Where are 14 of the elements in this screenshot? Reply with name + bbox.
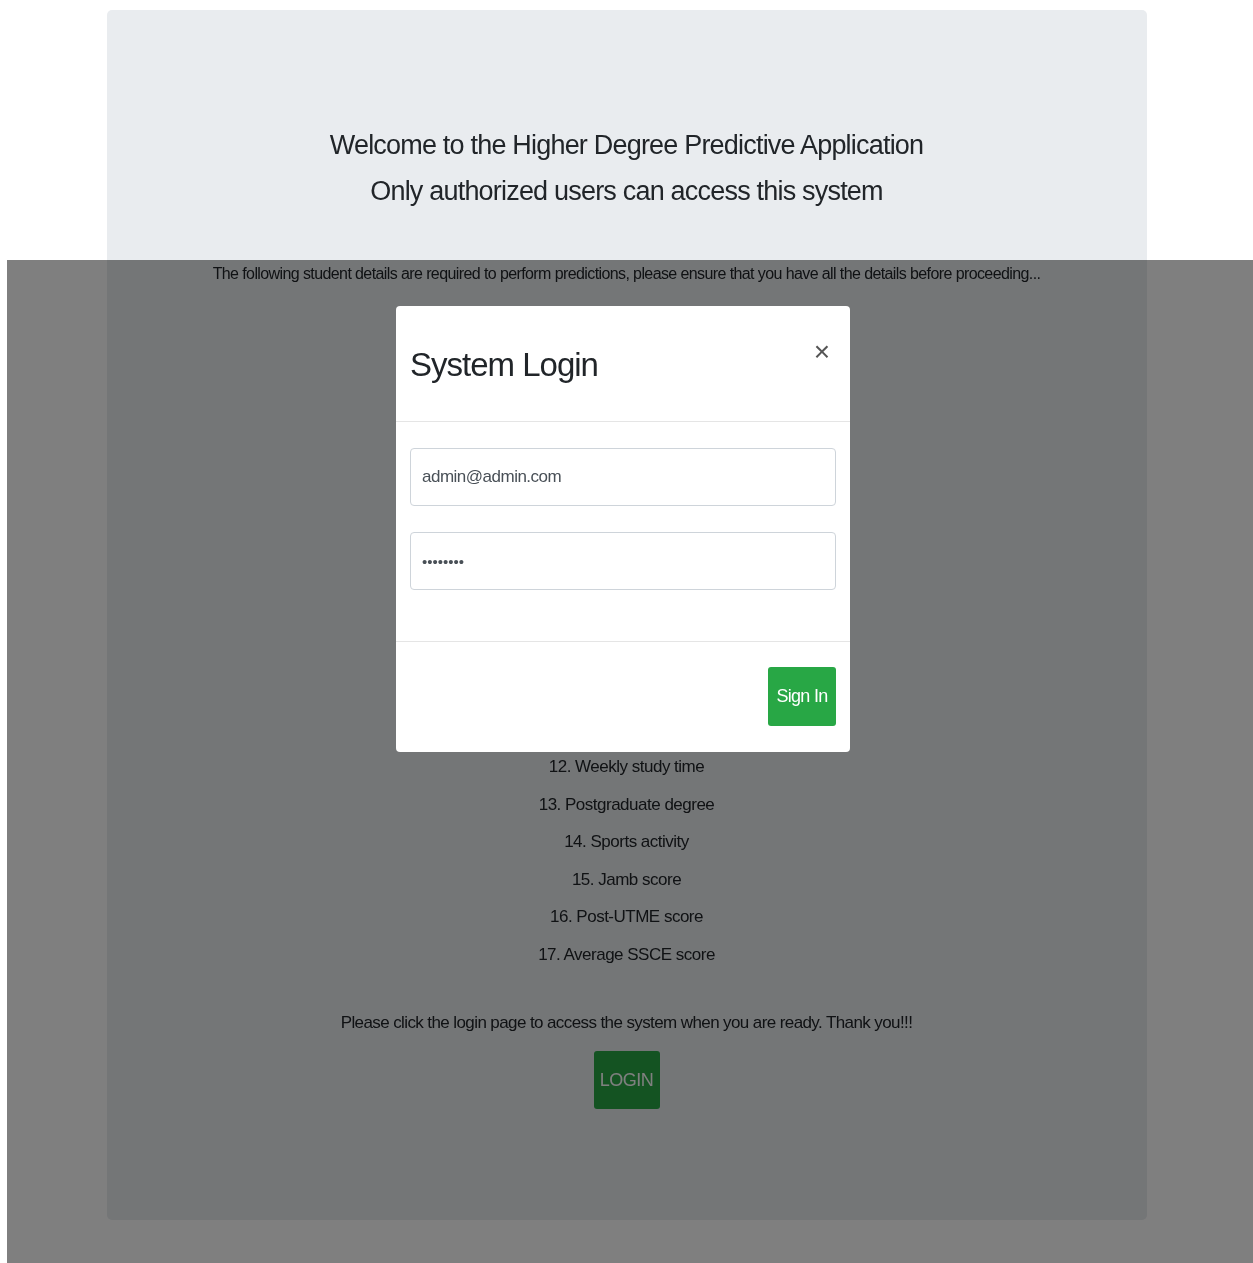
requirement-item: 12. Weekly study time bbox=[548, 756, 705, 778]
requirement-item: 17. Average SSCE score bbox=[538, 943, 715, 966]
requirement-item: 13. Postgraduate degree bbox=[538, 793, 715, 816]
password-field[interactable]: •••••••• bbox=[410, 532, 836, 590]
requirement-item: 15. Jamb score bbox=[571, 868, 682, 891]
requirement-item: 16. Post-UTME score bbox=[550, 906, 703, 928]
email-field[interactable]: admin@admin.com bbox=[410, 448, 836, 506]
closing-text: Please click the login page to access the system when you are ready. Thank you!!! bbox=[340, 1013, 913, 1033]
requirement-item: 14. Sports activity bbox=[564, 831, 689, 853]
welcome-heading: Welcome to the Higher Degree Predictive Application bbox=[329, 129, 924, 162]
close-button[interactable]: × bbox=[807, 336, 836, 368]
dialog-title: System Login bbox=[410, 346, 598, 384]
welcome-heading: Only authorized users can access this system bbox=[370, 175, 883, 208]
intro-text: The following student details are required to perform predictions, please ensure that you have all the details before proceeding... bbox=[212, 264, 1041, 284]
